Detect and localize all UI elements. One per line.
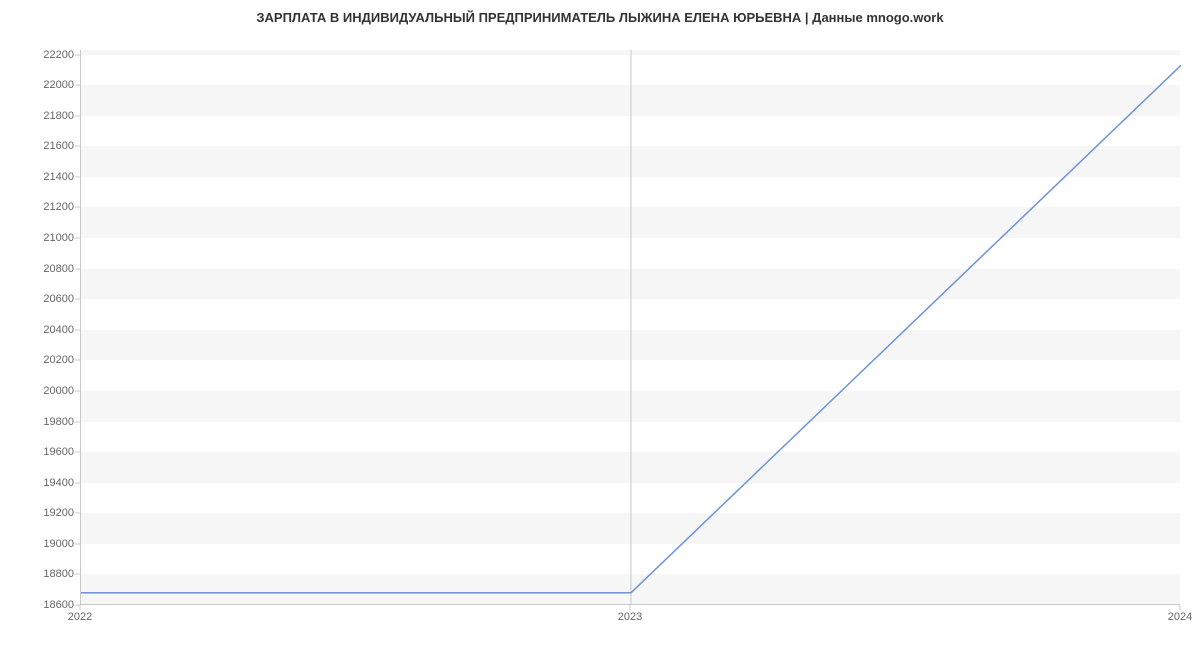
y-tick-mark: [75, 421, 80, 422]
y-tick-label: 20800: [4, 263, 74, 275]
y-tick-label: 20400: [4, 324, 74, 336]
y-tick-label: 21400: [4, 171, 74, 183]
y-tick-label: 21600: [4, 140, 74, 152]
y-tick-label: 21000: [4, 232, 74, 244]
y-tick-mark: [75, 299, 80, 300]
y-tick-label: 20600: [4, 293, 74, 305]
y-tick-mark: [75, 85, 80, 86]
x-tick-label: 2024: [1168, 611, 1192, 623]
y-tick-label: 22200: [4, 49, 74, 61]
y-tick-mark: [75, 543, 80, 544]
y-tick-label: 19600: [4, 446, 74, 458]
y-tick-mark: [75, 146, 80, 147]
y-tick-label: 19000: [4, 538, 74, 550]
y-tick-mark: [75, 360, 80, 361]
x-tick-label: 2022: [68, 611, 92, 623]
y-tick-mark: [75, 482, 80, 483]
y-tick-mark: [75, 115, 80, 116]
y-axis: 1860018800190001920019400196001980020000…: [0, 50, 80, 605]
x-tick-label: 2023: [618, 611, 642, 623]
y-tick-label: 20200: [4, 354, 74, 366]
y-tick-label: 18800: [4, 568, 74, 580]
y-tick-mark: [75, 238, 80, 239]
y-tick-mark: [75, 513, 80, 514]
y-tick-label: 21800: [4, 110, 74, 122]
y-tick-mark: [75, 207, 80, 208]
y-tick-mark: [75, 390, 80, 391]
y-tick-label: 22000: [4, 79, 74, 91]
y-tick-label: 19800: [4, 416, 74, 428]
y-tick-mark: [75, 54, 80, 55]
y-tick-label: 19200: [4, 507, 74, 519]
y-tick-mark: [75, 574, 80, 575]
chart-title: ЗАРПЛАТА В ИНДИВИДУАЛЬНЫЙ ПРЕДПРИНИМАТЕЛ…: [0, 10, 1200, 25]
y-tick-mark: [75, 452, 80, 453]
x-tick-mark: [80, 605, 81, 610]
x-tick-mark: [1180, 605, 1181, 610]
y-tick-label: 21200: [4, 201, 74, 213]
y-tick-label: 20000: [4, 385, 74, 397]
y-tick-label: 18600: [4, 599, 74, 611]
salary-line-chart: ЗАРПЛАТА В ИНДИВИДУАЛЬНЫЙ ПРЕДПРИНИМАТЕЛ…: [0, 0, 1200, 650]
series-line: [81, 65, 1181, 592]
plot-area: [80, 50, 1180, 605]
x-tick-mark: [630, 605, 631, 610]
line-series: [81, 50, 1180, 604]
y-tick-label: 19400: [4, 477, 74, 489]
y-tick-mark: [75, 176, 80, 177]
x-axis: 202220232024: [80, 605, 1180, 645]
y-tick-mark: [75, 329, 80, 330]
y-tick-mark: [75, 268, 80, 269]
